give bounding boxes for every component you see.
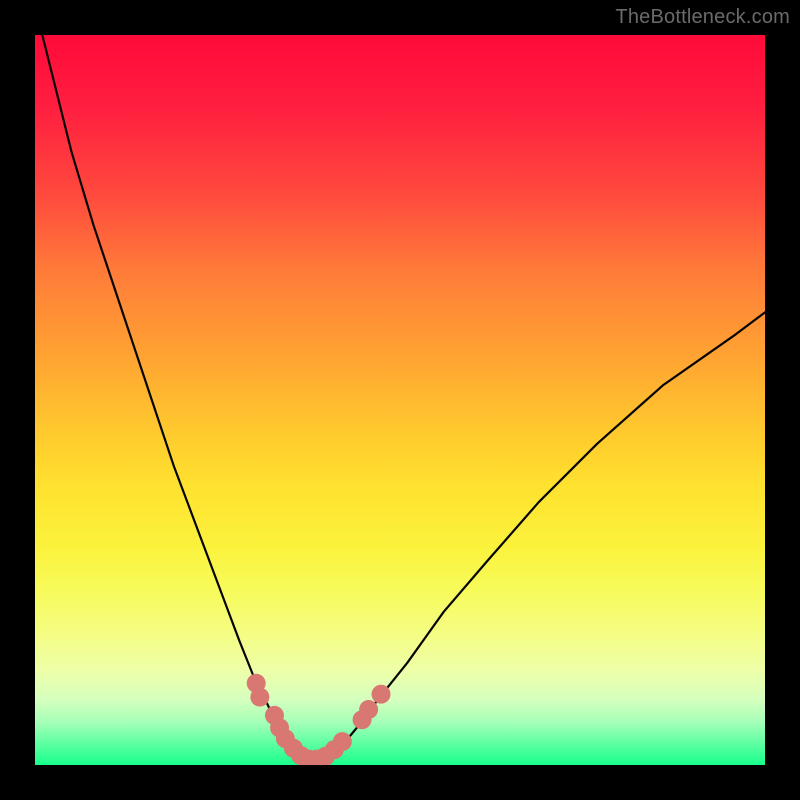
data-marker <box>250 688 269 707</box>
data-marker <box>372 685 391 704</box>
watermark-text: TheBottleneck.com <box>615 6 790 29</box>
plot-area <box>35 35 765 765</box>
data-marker <box>333 732 352 751</box>
data-marker <box>359 700 378 719</box>
chart-frame: TheBottleneck.com <box>0 0 800 800</box>
curve-layer <box>35 35 765 765</box>
bottleneck-curve <box>42 35 765 759</box>
